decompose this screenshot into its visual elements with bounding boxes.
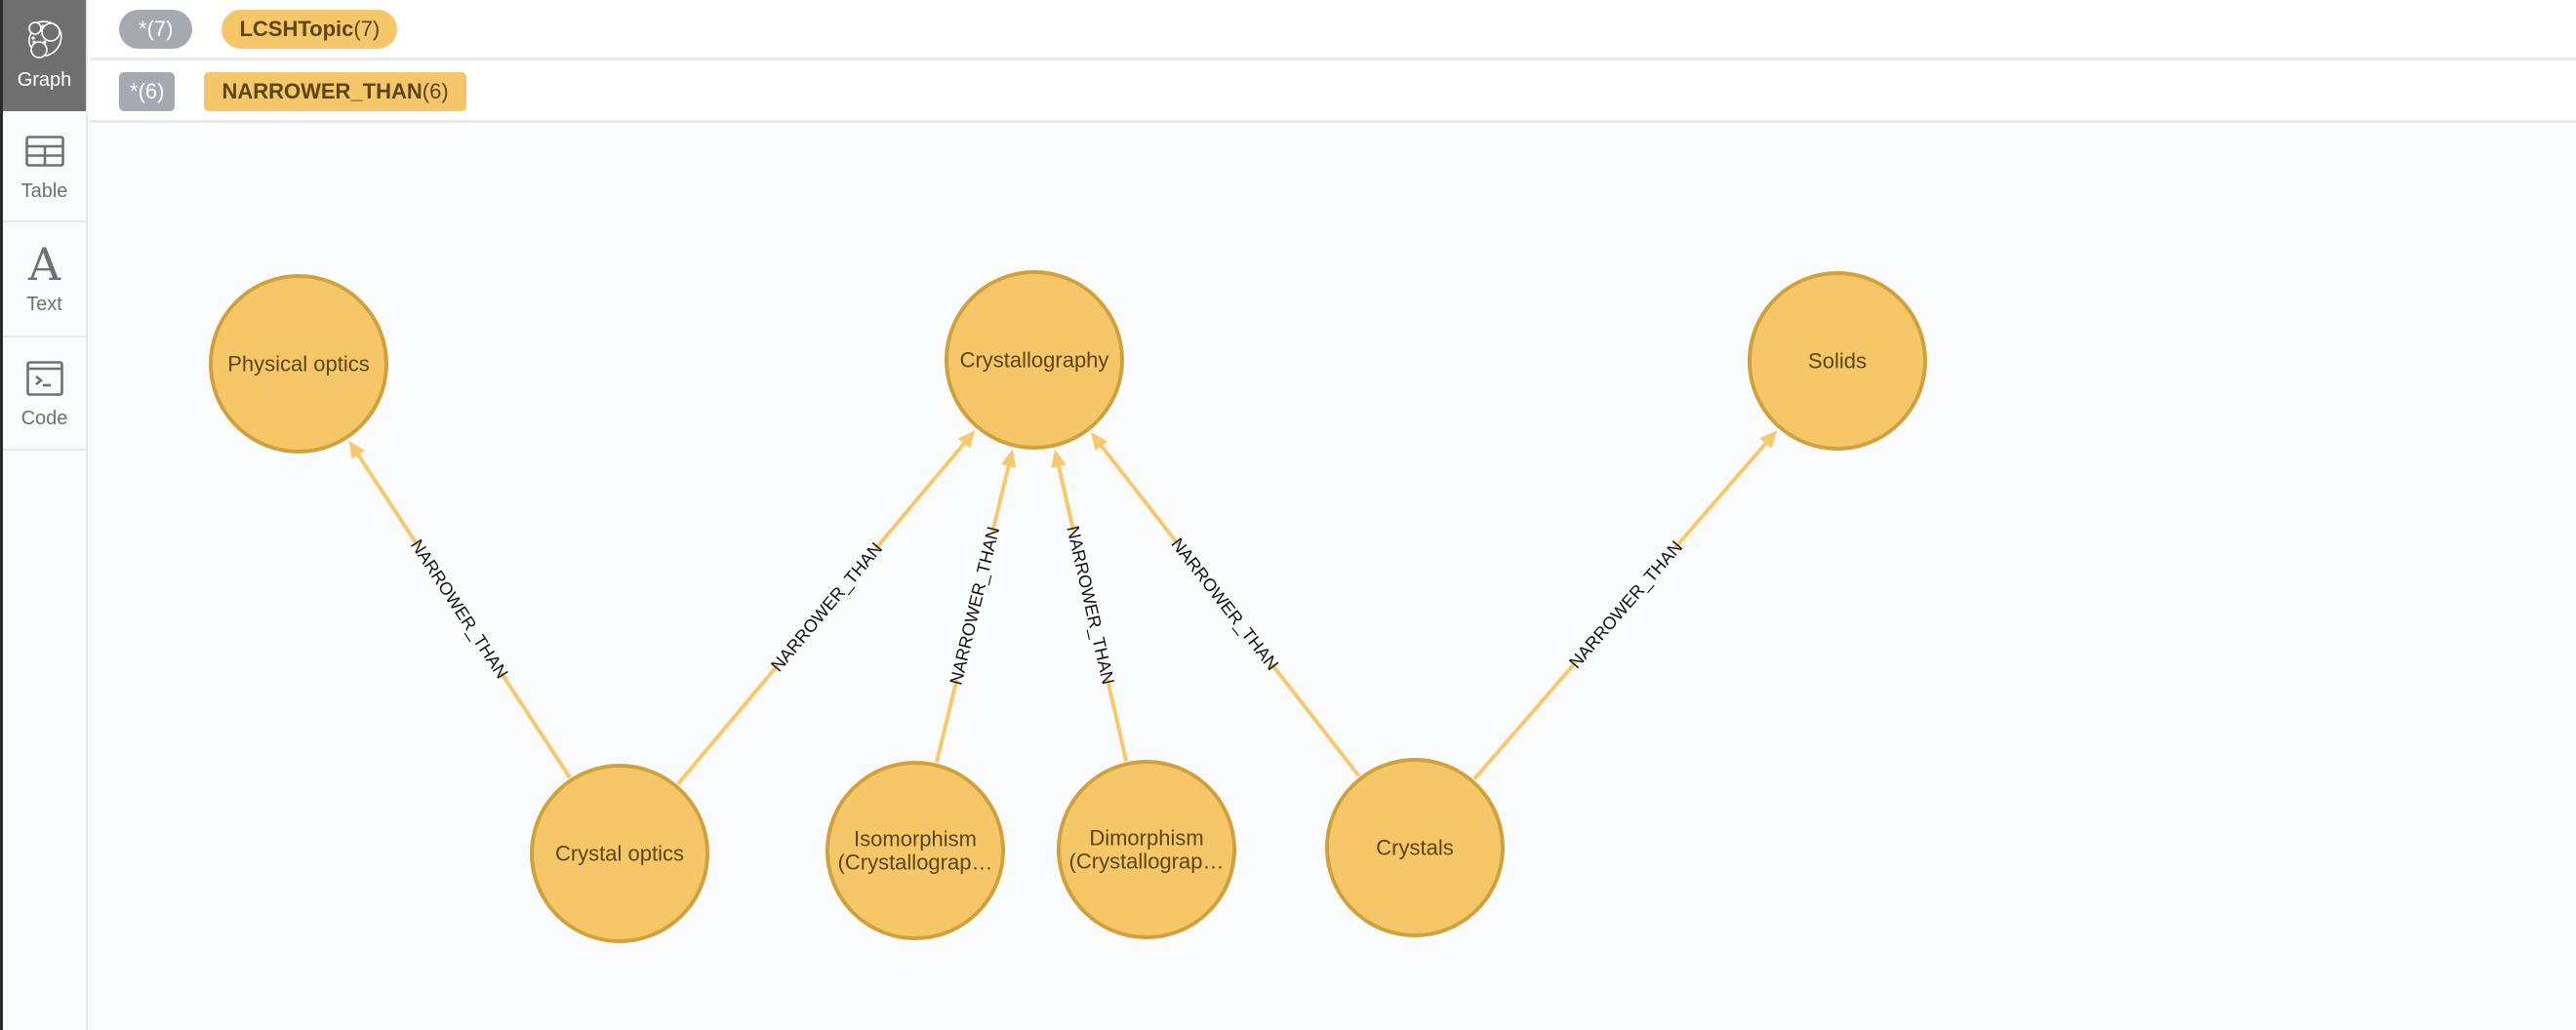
node-caption: Dimorphism xyxy=(1089,826,1203,851)
sidebar-item-code[interactable]: Code xyxy=(3,337,86,451)
sidebar-item-table[interactable]: Table xyxy=(3,111,86,222)
sidebar-item-label: Table xyxy=(20,179,68,202)
code-icon xyxy=(23,357,66,400)
sidebar-item-label: Text xyxy=(26,293,62,315)
node-caption: Crystal optics xyxy=(555,842,684,866)
text-icon: A xyxy=(27,237,61,291)
sidebar-item-text[interactable]: A Text xyxy=(3,222,86,337)
pill-count: (7) xyxy=(146,16,174,41)
graph-node-crystallography[interactable]: Crystallography xyxy=(945,270,1124,450)
graph-canvas[interactable] xyxy=(90,126,2576,1030)
relationship-type-pill-narrower-than[interactable]: NARROWER_THAN (6) xyxy=(204,71,466,111)
node-caption: (Crystallograp… xyxy=(1069,850,1225,874)
graph-node-isomorphism[interactable]: Isomorphism(Crystallograp… xyxy=(825,761,1005,940)
pill-count: (6) xyxy=(138,78,165,103)
node-caption: Physical optics xyxy=(227,352,370,376)
node-label-pill-lcshtopic[interactable]: LCSHTopic (7) xyxy=(221,9,398,49)
neo4j-result-view: Graph Table A Text Code * (7) LCSHTopic … xyxy=(0,0,2576,1030)
pill-label: NARROWER_THAN xyxy=(221,78,423,103)
all-relationships-pill[interactable]: * (6) xyxy=(119,71,176,111)
pill-label: * xyxy=(139,16,147,41)
graph-icon xyxy=(23,19,66,61)
sidebar-item-label: Graph xyxy=(17,68,72,91)
graph-node-solids[interactable]: Solids xyxy=(1748,271,1927,451)
pill-count: (7) xyxy=(353,16,381,41)
graph-node-crystals[interactable]: Crystals xyxy=(1325,758,1505,937)
graph-node-crystal-optics[interactable]: Crystal optics xyxy=(530,764,709,943)
table-icon xyxy=(23,130,66,173)
pill-label: LCSHTopic xyxy=(239,16,354,41)
node-labels-bar: * (7) LCSHTopic (7) xyxy=(90,0,2576,60)
node-caption: (Crystallograp… xyxy=(838,851,993,875)
sidebar-item-label: Code xyxy=(20,407,68,429)
view-mode-sidebar: Graph Table A Text Code xyxy=(3,0,88,1030)
node-caption: Solids xyxy=(1808,349,1867,374)
all-nodes-pill[interactable]: * (7) xyxy=(119,9,193,49)
node-caption: Crystals xyxy=(1376,836,1453,860)
relationship-types-bar: * (6) NARROWER_THAN (6) xyxy=(90,62,2576,123)
graph-node-physical-optics[interactable]: Physical optics xyxy=(209,274,388,454)
node-caption: Crystallography xyxy=(960,348,1109,373)
graph-node-dimorphism[interactable]: Dimorphism(Crystallograp… xyxy=(1057,760,1236,939)
pill-label: * xyxy=(130,78,139,103)
node-caption: Isomorphism xyxy=(854,827,977,852)
sidebar-item-graph[interactable]: Graph xyxy=(3,0,86,111)
pill-count: (6) xyxy=(422,78,449,103)
